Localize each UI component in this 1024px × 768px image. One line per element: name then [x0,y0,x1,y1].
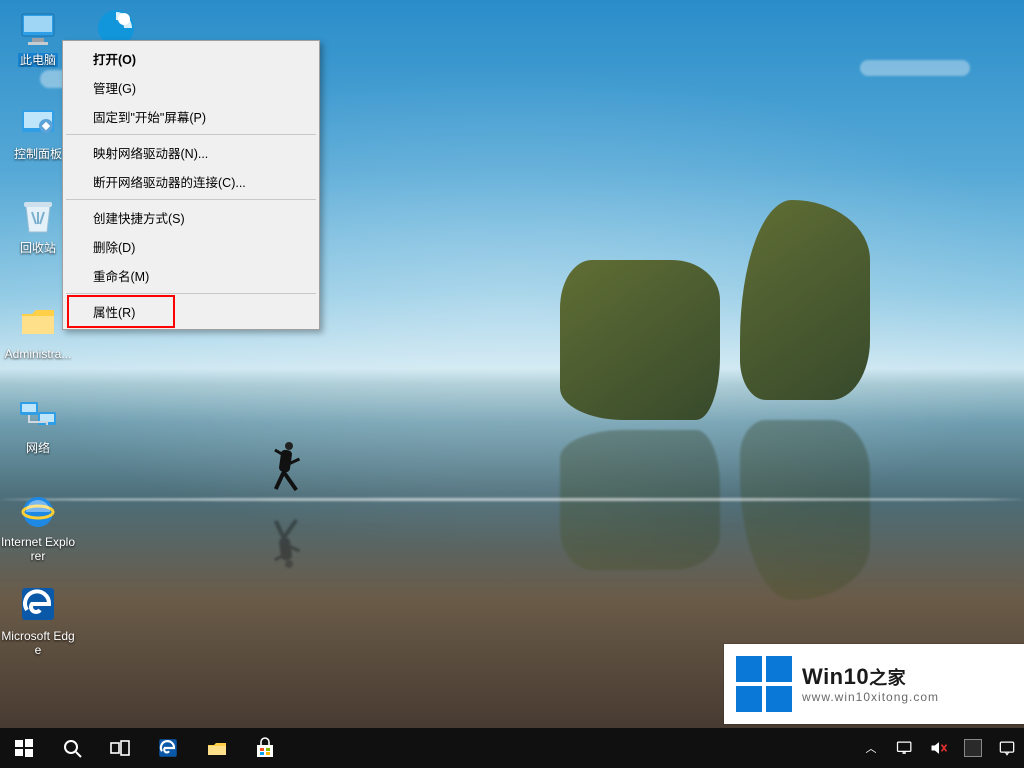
monitor-icon [895,738,915,758]
wallpaper-cloud [860,60,970,76]
admin-folder-icon [16,300,60,344]
notif-icon [997,738,1017,758]
chevron-up-icon: ︿ [866,740,877,756]
context-menu-item[interactable]: 断开网络驱动器的连接(C)... [65,167,317,196]
wallpaper-rock-reflection [740,420,870,600]
context-menu-item[interactable]: 属性(R) [65,297,317,326]
context-menu-item[interactable]: 映射网络驱动器(N)... [65,138,317,167]
desktop-icon-label: Administra... [5,347,72,361]
tray-network-icon[interactable] [888,728,922,768]
watermark-title-suffix: 之家 [869,668,906,688]
desktop-icon-label: Internet Explorer [0,535,76,563]
edge-icon [16,582,60,626]
explorer-icon [205,737,227,759]
taskbar[interactable]: ︿ [0,728,1024,768]
context-menu-item[interactable]: 固定到"开始"屏幕(P) [65,102,317,131]
wallpaper-rock [740,200,870,400]
wallpaper-runner-reflection [268,510,302,570]
desktop-icon-label: Microsoft Edge [0,629,76,657]
network-icon [16,394,60,438]
watermark-badge: Win10之家 www.win10xitong.com [724,644,1024,724]
ime-icon [964,739,982,757]
watermark-title: Win10 [802,664,869,689]
desktop-icon-label: 回收站 [20,241,56,255]
tray-ime-icon[interactable] [956,728,990,768]
desktop-icon-ie[interactable]: Internet Explorer [0,488,76,563]
taskbar-file-explorer[interactable] [192,728,240,768]
edge-icon [156,736,180,760]
context-menu-item[interactable]: 打开(O) [65,44,317,73]
context-menu-separator [66,293,316,294]
this-pc-icon [16,6,60,50]
wallpaper-rock [560,260,720,420]
context-menu-item[interactable]: 管理(G) [65,73,317,102]
search-icon [61,737,83,759]
start-button[interactable] [0,728,48,768]
wallpaper-shoreline [0,498,1024,501]
wallpaper-runner [268,440,302,500]
control-panel-icon [16,100,60,144]
context-menu[interactable]: 打开(O)管理(G)固定到"开始"屏幕(P) 映射网络驱动器(N)...断开网络驱… [62,40,320,330]
search-button[interactable] [48,728,96,768]
tray-show-hidden-icon[interactable]: ︿ [854,728,888,768]
context-menu-item[interactable]: 重命名(M) [65,261,317,290]
windows-logo-icon [736,656,792,712]
tray-volume-muted-icon[interactable] [922,728,956,768]
context-menu-separator [66,134,316,135]
watermark-url: www.win10xitong.com [802,690,939,704]
context-menu-item[interactable]: 创建快捷方式(S) [65,203,317,232]
desktop[interactable]: 此电脑控制面板回收站 Administra... 网络 Internet Explor… [0,0,1024,768]
tray-action-center-icon[interactable] [990,728,1024,768]
context-menu-item[interactable]: 删除(D) [65,232,317,261]
taskbar-store[interactable] [240,728,288,768]
desktop-icon-label: 网络 [26,441,50,455]
task-view-button[interactable] [96,728,144,768]
desktop-icon-label: 此电脑 [18,53,58,67]
desktop-icon-label: 控制面板 [14,147,62,161]
taskbar-edge[interactable] [144,728,192,768]
recycle-bin-icon [16,194,60,238]
store-icon [253,737,275,759]
winlogo-icon [13,737,35,759]
desktop-icon-edge[interactable]: Microsoft Edge [0,582,76,657]
taskview-icon [109,737,131,759]
system-tray[interactable]: ︿ [854,728,1024,768]
desktop-icon-network[interactable]: 网络 [0,394,76,455]
vol-mute-icon [929,738,949,758]
ie-icon [16,488,60,532]
context-menu-separator [66,199,316,200]
